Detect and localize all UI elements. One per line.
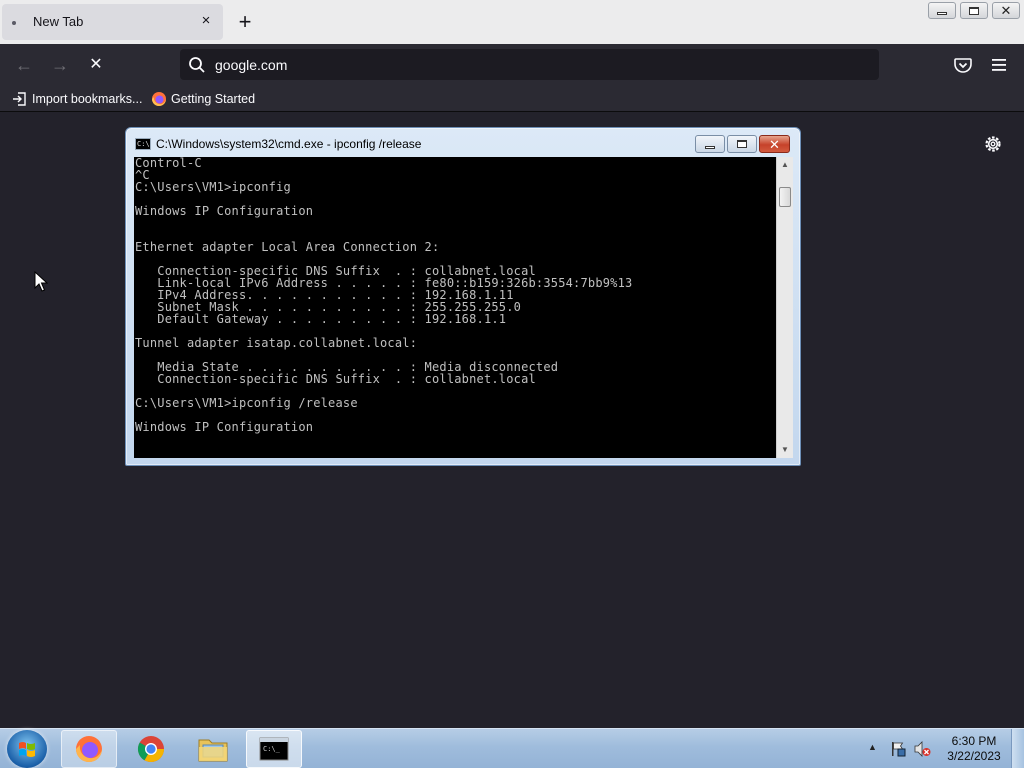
- minimize-icon: [705, 145, 715, 149]
- cmd-close-button[interactable]: ✕: [759, 135, 790, 153]
- explorer-icon: [198, 739, 228, 762]
- url-text[interactable]: google.com: [215, 57, 287, 73]
- back-button[interactable]: ←: [11, 52, 37, 78]
- cmd-output-line: Control-C: [135, 157, 202, 170]
- scroll-down-arrow-icon[interactable]: ▼: [777, 442, 793, 458]
- tab-close-icon[interactable]: ×: [197, 12, 215, 30]
- close-icon: ✕: [1000, 3, 1012, 18]
- bookmarks-toolbar: Import bookmarks... Getting Started: [0, 86, 1024, 112]
- cmd-scrollbar[interactable]: ▲ ▼: [776, 157, 793, 458]
- cmd-output-line: Default Gateway . . . . . . . . . : 192.…: [135, 312, 507, 326]
- cmd-output-line: Ethernet adapter Local Area Connection 2…: [135, 240, 440, 254]
- action-center-flag-icon[interactable]: [889, 740, 907, 758]
- cmd-window-title: C:\Windows\system32\cmd.exe - ipconfig /…: [156, 137, 422, 151]
- forward-button[interactable]: →: [47, 52, 73, 78]
- firefox-icon: [76, 736, 102, 762]
- taskbar-firefox[interactable]: [61, 730, 117, 768]
- cmd-output-line: Windows IP Configuration: [135, 204, 314, 218]
- cmd-output-line: Connection-specific DNS Suffix . : colla…: [135, 372, 536, 386]
- taskbar-clock[interactable]: 6:30 PM 3/22/2023: [938, 734, 1010, 764]
- pocket-icon[interactable]: [953, 55, 973, 75]
- taskbar-chrome[interactable]: [123, 730, 179, 768]
- stop-loading-button[interactable]: ✕: [83, 52, 109, 78]
- taskbar-file-explorer[interactable]: [185, 730, 241, 768]
- gear-icon[interactable]: [983, 134, 1003, 154]
- tab-title: New Tab: [33, 14, 84, 29]
- minimize-icon: [937, 11, 947, 15]
- bookmark-getting-started-label: Getting Started: [171, 92, 256, 106]
- start-button[interactable]: [7, 730, 47, 768]
- cmd-output-line: Tunnel adapter isatap.collabnet.local:: [135, 336, 418, 350]
- cmd-window-controls: ✕: [695, 135, 790, 153]
- show-hidden-icons-arrow-icon[interactable]: ▲: [868, 742, 877, 752]
- hamburger-menu-icon[interactable]: [989, 55, 1009, 75]
- close-window-button[interactable]: ✕: [992, 2, 1020, 19]
- cmd-window-icon: C:\: [135, 138, 151, 150]
- scroll-thumb[interactable]: [779, 187, 791, 207]
- show-desktop-button[interactable]: [1011, 729, 1024, 768]
- taskbar: C:\_ ▲ 6:30 PM 3/22/2023: [0, 728, 1024, 768]
- cmd-output-line: [135, 217, 632, 229]
- clock-date: 3/22/2023: [947, 749, 1001, 763]
- firefox-icon: [152, 92, 166, 106]
- tab-new-tab[interactable]: New Tab ×: [2, 4, 223, 40]
- cmd-minimize-button[interactable]: [695, 135, 725, 153]
- close-icon: ✕: [769, 136, 780, 152]
- chrome-icon: [137, 736, 165, 763]
- cmd-console[interactable]: Control-C ^C C:\Users\VM1>ipconfig Windows…: [134, 157, 776, 458]
- bookmark-import[interactable]: Import bookmarks...: [12, 90, 142, 108]
- maximize-icon: [737, 140, 747, 148]
- navigation-toolbar: ← → ✕ google.com: [0, 44, 1024, 86]
- clock-time: 6:30 PM: [951, 734, 997, 748]
- tab-strip: New Tab × + ✕: [0, 0, 1024, 44]
- bookmark-import-label: Import bookmarks...: [32, 92, 143, 106]
- cmd-output-line: C:\Users\VM1>ipconfig /release: [135, 396, 358, 410]
- address-bar[interactable]: google.com: [180, 49, 879, 80]
- speaker-muted-icon[interactable]: [913, 740, 931, 758]
- search-icon: [189, 57, 205, 73]
- restore-button[interactable]: [960, 2, 988, 19]
- restore-icon: [969, 6, 979, 15]
- windows-logo-icon: [19, 742, 35, 757]
- cmd-icon: C:\_: [259, 737, 289, 761]
- taskbar-cmd[interactable]: C:\_: [246, 730, 302, 768]
- bookmark-getting-started[interactable]: Getting Started: [151, 90, 255, 108]
- window-controls: ✕: [928, 2, 1020, 19]
- svg-text:C:\_: C:\_: [263, 745, 281, 753]
- cmd-maximize-button[interactable]: [727, 135, 757, 153]
- cmd-output: Control-C ^C C:\Users\VM1>ipconfig Windows…: [135, 157, 632, 433]
- cmd-output-line: C:\Users\VM1>ipconfig: [135, 180, 291, 194]
- cmd-output-line: Windows IP Configuration: [135, 420, 314, 434]
- import-icon: [13, 92, 26, 106]
- scroll-up-arrow-icon[interactable]: ▲: [777, 157, 793, 173]
- cmd-titlebar[interactable]: C:\ C:\Windows\system32\cmd.exe - ipconf…: [126, 128, 800, 158]
- mouse-cursor-icon: [34, 271, 48, 292]
- cmd-window[interactable]: C:\ C:\Windows\system32\cmd.exe - ipconf…: [125, 127, 801, 466]
- tab-loading-dot: [12, 21, 16, 25]
- new-tab-button[interactable]: +: [234, 9, 256, 35]
- minimize-button[interactable]: [928, 2, 956, 19]
